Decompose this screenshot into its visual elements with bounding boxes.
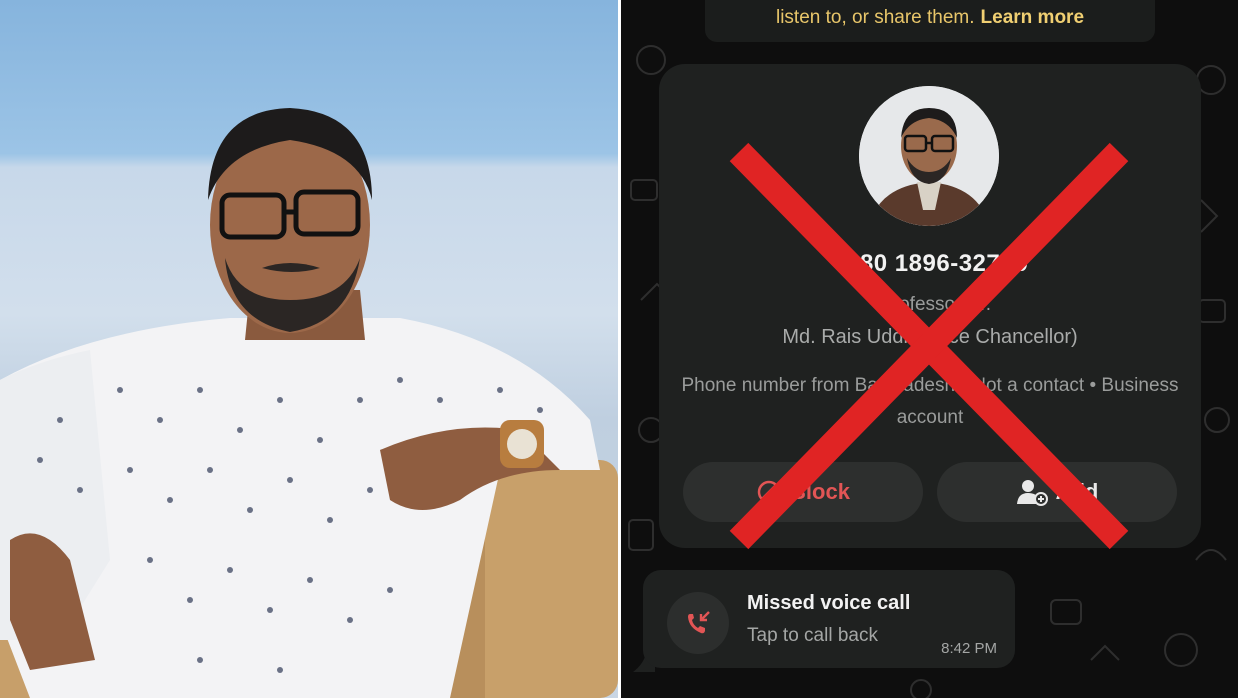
contact-info-card: +880 1896-327 0 ~Professor Dr. Md. Rais … (659, 64, 1201, 548)
encryption-text: listen to, or share them. (775, 7, 975, 28)
missed-call-timestamp: 8:42 PM (941, 640, 997, 657)
block-label: Block (790, 479, 850, 504)
portrait-photo (0, 0, 618, 698)
missed-call-title: Missed voice call (747, 592, 911, 614)
add-contact-button[interactable]: Add (937, 462, 1177, 522)
encryption-banner: listen to, or share them. Learn more (705, 0, 1155, 42)
block-icon (757, 480, 781, 504)
contact-about: ~Professor Dr. (869, 294, 991, 315)
missed-call-subtitle: Tap to call back (747, 625, 878, 646)
missed-call-icon-wrap (667, 592, 729, 654)
avatar[interactable] (859, 86, 999, 226)
add-contact-icon (1016, 480, 1048, 506)
contact-name: Md. Rais Uddin (Vice Chancellor) (782, 326, 1078, 348)
contact-meta: Phone number from Bangladesh • Not a con… (681, 375, 1179, 428)
avatar-illustration (859, 86, 999, 226)
add-label: Add (1055, 479, 1099, 504)
missed-call-message[interactable]: Missed voice call Tap to call back 8:42 … (643, 570, 1015, 668)
learn-more-link[interactable]: Learn more (981, 7, 1084, 29)
contact-phone-number: +880 1896-327 0 (831, 250, 1029, 277)
portrait-illustration (0, 108, 618, 698)
block-button[interactable]: Block (683, 462, 923, 522)
missed-call-icon (688, 611, 710, 634)
chat-screenshot: listen to, or share them. Learn more +88… (621, 0, 1238, 698)
